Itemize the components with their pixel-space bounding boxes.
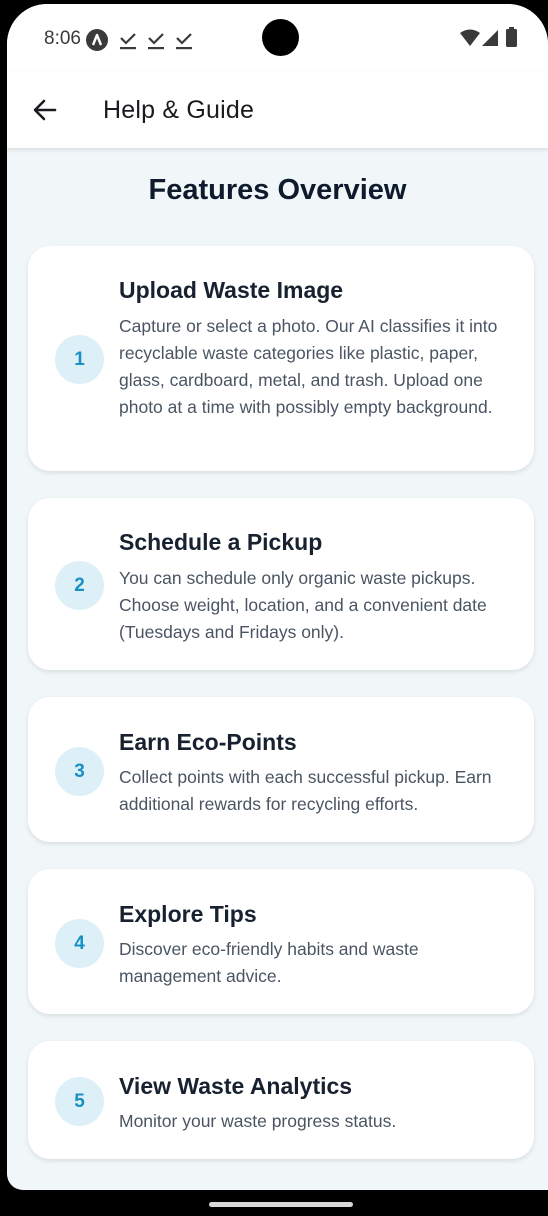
arrow-left-icon[interactable] bbox=[31, 96, 59, 124]
feature-description: Capture or select a photo. Our AI classi… bbox=[119, 316, 498, 417]
feature-card-explore-tips[interactable]: 4 Explore Tips Discover eco-friendly hab… bbox=[28, 869, 534, 1014]
feature-card-earn-eco-points[interactable]: 3 Earn Eco-Points Collect points with ea… bbox=[28, 697, 534, 842]
feature-number-badge: 3 bbox=[55, 747, 104, 796]
feature-title: Upload Waste Image bbox=[119, 277, 344, 303]
feature-title: View Waste Analytics bbox=[119, 1073, 353, 1099]
app-screen: 8:06 Help & Guide Features Overview 1 Up… bbox=[7, 4, 548, 1190]
download-check-icon bbox=[120, 33, 136, 50]
cellular-signal-icon bbox=[482, 30, 498, 46]
download-check-icon bbox=[148, 33, 164, 50]
a-badge-icon bbox=[86, 29, 108, 51]
feature-card-schedule-pickup[interactable]: 2 Schedule a Pickup You can schedule onl… bbox=[28, 498, 534, 670]
feature-title: Earn Eco-Points bbox=[119, 729, 297, 755]
phone-frame: 8:06 Help & Guide Features Overview 1 Up… bbox=[0, 0, 548, 1216]
camera-cutout bbox=[262, 19, 299, 56]
feature-description: Monitor your waste progress status. bbox=[119, 1111, 397, 1131]
feature-title: Explore Tips bbox=[119, 901, 257, 927]
page-title: Help & Guide bbox=[103, 96, 255, 124]
feature-number-badge: 1 bbox=[55, 335, 104, 384]
feature-description: Collect points with each successful pick… bbox=[119, 767, 492, 814]
feature-card-view-waste-analytics[interactable]: 5 View Waste Analytics Monitor your wast… bbox=[28, 1041, 534, 1159]
app-bar: Help & Guide bbox=[7, 72, 548, 148]
status-bar: 8:06 bbox=[7, 4, 548, 72]
feature-card-upload-waste-image[interactable]: 1 Upload Waste Image Capture or select a… bbox=[28, 246, 534, 471]
feature-title: Schedule a Pickup bbox=[119, 529, 323, 555]
section-title: Features Overview bbox=[148, 174, 407, 206]
feature-number-badge: 2 bbox=[55, 561, 104, 610]
status-time: 8:06 bbox=[44, 28, 81, 49]
feature-number-badge: 4 bbox=[55, 919, 104, 968]
wifi-icon bbox=[460, 29, 480, 46]
feature-number-badge: 5 bbox=[55, 1077, 104, 1126]
feature-description: Discover eco-friendly habits and waste m… bbox=[119, 939, 419, 986]
battery-icon bbox=[506, 27, 517, 47]
feature-description: You can schedule only organic waste pick… bbox=[119, 568, 487, 642]
download-check-icon bbox=[176, 33, 192, 50]
gesture-nav-handle[interactable] bbox=[209, 1202, 353, 1207]
